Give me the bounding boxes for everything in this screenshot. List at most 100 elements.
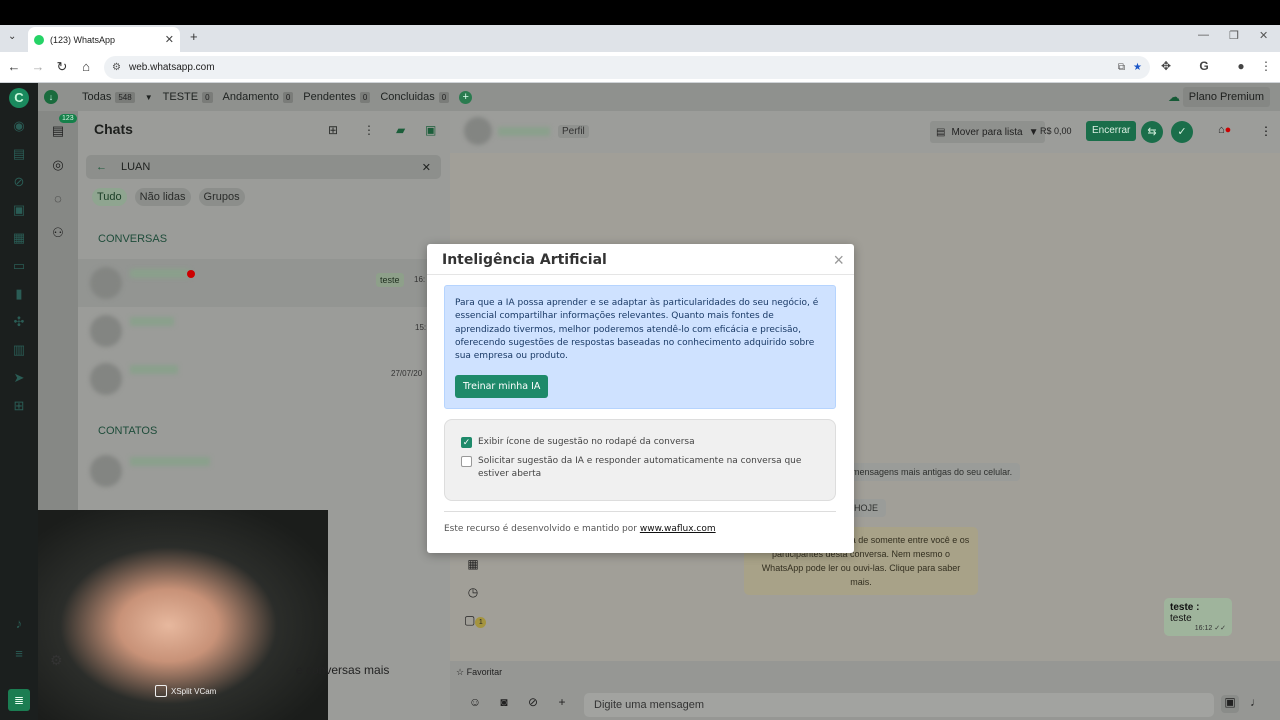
waflux-link[interactable]: www.waflux.com <box>640 524 716 534</box>
extension-sidebar: C ◉ ▤ ⊘ ▣ ▦ ▭ ▮ ✣ ▥ ➤ ⊞ ♪ ≡ ≣ <box>0 83 38 720</box>
url-field[interactable]: ⚙ web.whatsapp.com ⧉ ★ <box>104 56 1150 79</box>
bubble-title: teste : <box>1170 602 1200 613</box>
favoritar-button[interactable]: ☆ Favoritar <box>456 667 502 678</box>
check-icon[interactable]: ✓ <box>1171 121 1193 143</box>
chat-bubble-icon[interactable]: ▭ <box>8 255 30 277</box>
minimize-icon[interactable]: — <box>1198 29 1209 41</box>
notes-icon[interactable]: ▢ 1 <box>464 613 492 631</box>
settings-gear-icon[interactable]: ⚙ <box>50 652 63 669</box>
send-icon[interactable]: ➤ <box>8 367 30 389</box>
filter-andamento[interactable]: Andamento 0 <box>223 91 294 103</box>
move-to-list-select[interactable]: ▤ Mover para lista ▼ <box>930 121 1045 143</box>
profile-avatar-icon[interactable]: ● <box>1233 59 1249 73</box>
filter-todas[interactable]: Todas 548 <box>82 91 135 103</box>
extensions-icon[interactable]: ✥ <box>1158 59 1174 73</box>
train-ai-button[interactable]: Treinar minha IA <box>455 375 549 398</box>
filter-concluidas[interactable]: Concluidas 0 <box>380 91 450 103</box>
filter-icon[interactable]: ⊘ <box>8 171 30 193</box>
plan-premium-badge[interactable]: Plano Premium <box>1182 87 1270 107</box>
calendar-icon[interactable]: ▦ <box>464 557 482 575</box>
checkbox-checked[interactable]: ✓ <box>461 437 472 448</box>
forward-icon[interactable]: → <box>30 59 46 74</box>
filter-pendentes[interactable]: Pendentes 0 <box>303 91 371 103</box>
reload-icon[interactable]: ↻ <box>54 59 70 75</box>
whatsapp-icon[interactable]: ◉ <box>8 115 30 137</box>
option-label: Solicitar sugestão da IA e responder aut… <box>478 456 802 479</box>
add-box-icon[interactable]: ⊞ <box>8 395 30 417</box>
search-input[interactable]: ← LUAN ✕ <box>86 155 441 179</box>
message-icon[interactable]: ▰ <box>396 123 405 137</box>
checkbox-unchecked[interactable] <box>461 456 472 467</box>
robot-icon[interactable]: ✣ <box>8 311 30 333</box>
perfil-button[interactable]: Perfil <box>558 125 589 138</box>
calendar-icon[interactable]: ▥ <box>8 339 30 361</box>
filter-dropdown-icon[interactable]: ▼ <box>145 93 153 102</box>
add-filter-icon[interactable]: + <box>459 90 473 104</box>
chip-nao-lidas[interactable]: Não lidas <box>134 188 191 206</box>
emoji-icon[interactable]: ☺ <box>466 695 484 713</box>
channels-nav-icon[interactable]: ◌ <box>48 189 68 209</box>
chats-nav-icon[interactable]: ▤ <box>48 121 68 141</box>
modal-footer: Este recurso é desenvolvido e mantido po… <box>444 524 716 534</box>
new-chat-icon[interactable]: ⊞ <box>328 123 338 137</box>
filter-teste[interactable]: TESTE 0 <box>163 91 213 103</box>
contact-row[interactable] <box>78 447 428 495</box>
avatar[interactable] <box>464 117 492 145</box>
option-show-suggestion[interactable]: ✓ Exibir ícone de sugestão no rodapé da … <box>461 436 695 449</box>
install-icon[interactable]: ⧉ <box>1118 62 1125 73</box>
bookmark-star-icon[interactable]: ★ <box>1133 62 1142 73</box>
attach-plus-icon[interactable]: + <box>553 695 571 713</box>
ai-suggest-icon[interactable]: ⊘ <box>524 695 542 713</box>
unread-badge: 123 <box>59 114 77 123</box>
site-info-icon[interactable]: ⚙ <box>112 62 121 73</box>
conversation-menu-icon[interactable]: ⋮ <box>1260 124 1272 138</box>
transfer-icon[interactable]: ⇆ <box>1141 121 1163 143</box>
window-close-icon[interactable]: ✕ <box>1259 29 1268 42</box>
table-icon[interactable]: ▤ <box>8 143 30 165</box>
avatar <box>90 363 122 395</box>
encerrar-button[interactable]: Encerrar <box>1086 121 1137 141</box>
filter-label: Andamento <box>222 91 279 103</box>
tab-search-icon[interactable]: ⌄ <box>8 31 16 42</box>
database-icon[interactable]: ≡ <box>8 643 30 665</box>
browser-tab[interactable]: (123) WhatsApp ✕ <box>28 27 180 52</box>
tag-icon[interactable]: ⌂● <box>1218 124 1231 136</box>
google-icon[interactable]: G <box>1196 59 1212 73</box>
older-messages-notice[interactable]: mensagens mais antigas do seu celular. <box>844 463 1021 481</box>
chip-tudo[interactable]: Tudo <box>92 188 127 206</box>
restore-icon[interactable]: ❐ <box>1229 29 1239 42</box>
favoritar-label: Favoritar <box>466 667 503 677</box>
option-auto-reply[interactable]: Solicitar sugestão da IA e responder aut… <box>461 455 821 481</box>
notes-icon[interactable]: ▦ <box>8 227 30 249</box>
chat-row[interactable]: teste 16: <box>78 259 428 307</box>
footer-prefix: Este recurso é desenvolvido e mantido po… <box>444 524 637 534</box>
lock-icon[interactable]: ▣ <box>425 123 436 137</box>
bubble-time: 16:12 <box>1194 625 1213 632</box>
home-icon[interactable]: ⌂ <box>78 59 94 74</box>
tab-close-icon[interactable]: ✕ <box>165 33 174 46</box>
chat-row[interactable]: 27/07/20 <box>78 355 428 403</box>
message-input[interactable]: Digite uma mensagem <box>584 693 1214 717</box>
download-icon[interactable]: ↓ <box>44 90 58 104</box>
chip-grupos[interactable]: Grupos <box>198 188 245 206</box>
bell-icon[interactable]: ♪ <box>8 613 30 635</box>
sticker-icon[interactable]: ◙ <box>495 695 513 713</box>
back-icon[interactable]: ← <box>6 59 22 74</box>
quick-reply-icon[interactable]: ▣ <box>1221 695 1239 713</box>
schedule-icon[interactable]: ◷ <box>464 585 482 603</box>
communities-nav-icon[interactable]: ⚇ <box>48 223 68 243</box>
contacts-icon[interactable]: ▣ <box>8 199 30 221</box>
chat-row[interactable]: 15: <box>78 307 428 355</box>
back-arrow-icon[interactable]: ← <box>96 161 107 173</box>
filter-bar: ↓ Todas 548 ▼ TESTE 0 Andamento 0 Pendentes… <box>38 83 1280 111</box>
panel-toggle-icon[interactable]: ≣ <box>8 689 30 711</box>
chart-icon[interactable]: ▮ <box>8 283 30 305</box>
clear-search-icon[interactable]: ✕ <box>422 161 431 174</box>
chats-menu-icon[interactable]: ⋮ <box>363 123 375 137</box>
microphone-icon[interactable]: ♩ <box>1247 695 1265 713</box>
browser-menu-icon[interactable]: ⋮ <box>1258 59 1274 73</box>
close-icon[interactable]: × <box>833 250 844 271</box>
filter-count: 0 <box>282 91 294 103</box>
new-tab-icon[interactable]: + <box>190 29 198 44</box>
status-nav-icon[interactable]: ◎ <box>48 155 68 175</box>
